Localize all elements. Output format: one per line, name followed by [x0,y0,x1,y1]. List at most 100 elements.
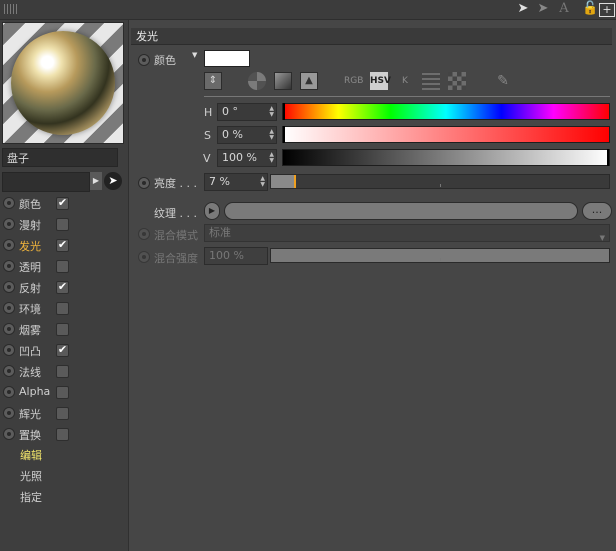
channel-row-luminance[interactable]: 发光 ✔ [2,235,126,255]
saturation-slider[interactable] [282,126,610,143]
cursor-icon[interactable]: ➤ [104,172,122,190]
channel-checkbox[interactable]: ✔ [56,197,69,210]
v-value: 100 % [222,151,257,164]
channel-label: 颜色 [19,198,41,211]
channel-row-glow[interactable]: 辉光 [2,403,126,423]
radio-icon[interactable] [3,197,15,209]
channel-checkbox[interactable] [56,302,69,315]
color-radio-icon[interactable] [138,54,150,66]
channel-checkbox[interactable]: ✔ [56,344,69,357]
nav-edit[interactable]: 编辑 [20,447,42,463]
nav-assign[interactable]: 指定 [20,489,42,505]
eyedropper-icon[interactable]: ✎ [494,72,512,90]
texture-play-icon[interactable]: ▶ [204,202,220,220]
mode-hsv-button[interactable]: HSV [370,72,391,90]
radio-icon[interactable] [3,218,15,230]
material-name-field[interactable]: 盘子 [2,148,118,167]
radio-icon[interactable] [3,260,15,272]
radio-icon[interactable] [3,344,15,356]
color-wheel-icon[interactable] [248,72,266,90]
material-preview[interactable] [2,22,124,144]
slider-knob[interactable] [293,175,296,188]
channel-checkbox[interactable] [56,428,69,441]
channel-row-diffusion[interactable]: 漫射 [2,214,126,234]
channel-row-environment[interactable]: 环境 [2,298,126,318]
texture-slot[interactable] [224,202,578,220]
color-picker-mode-icon[interactable]: ⇕ [204,72,222,90]
radio-icon[interactable] [3,407,15,419]
s-field[interactable]: 0 % ▲ ▼ [217,126,277,144]
radio-icon[interactable] [3,428,15,440]
radio-icon[interactable] [3,323,15,335]
text-icon[interactable]: A [557,1,571,17]
channel-checkbox[interactable] [56,323,69,336]
section-title: 发光 [131,28,612,45]
texture-more-button[interactable]: ... [582,202,612,220]
s-label: S [204,129,211,142]
channel-label: 法线 [19,366,41,379]
hue-slider[interactable] [282,103,610,120]
channel-checkbox[interactable] [56,365,69,378]
channel-search-input[interactable] [2,172,90,192]
channel-row-bump[interactable]: 凹凸 ✔ [2,340,126,360]
slider-marker[interactable] [283,126,285,143]
h-field[interactable]: 0 ° ▲ ▼ [217,103,277,121]
top-toolbar: ➤ ➤ A 🔓 + [0,0,616,20]
blend-mode-radio-icon[interactable] [138,228,150,240]
channel-label: 辉光 [19,408,41,421]
channel-label: 透明 [19,261,41,274]
channel-row-fog[interactable]: 烟雾 [2,319,126,339]
v-field[interactable]: 100 % ▲ ▼ [217,149,277,167]
radio-icon[interactable] [3,302,15,314]
grip-icon[interactable] [4,4,18,14]
channel-checkbox[interactable]: ✔ [56,239,69,252]
brightness-field[interactable]: 7 % ▲ ▼ [204,173,268,191]
channel-checkbox[interactable] [56,260,69,273]
channel-checkbox[interactable] [56,407,69,420]
value-slider[interactable] [282,149,610,166]
radio-icon[interactable] [3,281,15,293]
blend-strength-radio-icon[interactable] [138,251,150,263]
radio-icon[interactable] [3,365,15,377]
slider-marker[interactable] [283,103,285,120]
channel-checkbox[interactable]: ✔ [56,281,69,294]
channel-row-normal[interactable]: 法线 [2,361,126,381]
lock-icon[interactable]: 🔓 [582,1,598,17]
spinner-icon[interactable]: ▲ ▼ [269,106,274,118]
channel-label: 漫射 [19,219,41,232]
radio-icon[interactable] [3,386,15,398]
mode-kelvin-button[interactable]: K [396,72,414,90]
channel-checkbox[interactable] [56,386,69,399]
channel-label: 环境 [19,303,41,316]
brightness-radio-icon[interactable] [138,177,150,189]
slider-marker[interactable] [607,149,609,166]
channel-row-displacement[interactable]: 置换 [2,424,126,444]
swatches-icon[interactable] [448,72,466,90]
spinner-icon[interactable]: ▲ ▼ [269,129,274,141]
new-panel-icon[interactable]: + [599,3,615,17]
chevron-down-icon[interactable]: ▼ [192,51,197,59]
mixer-icon[interactable] [422,72,440,90]
channel-row-reflectance[interactable]: 反射 ✔ [2,277,126,297]
radio-icon[interactable] [3,239,15,251]
back-arrow-icon[interactable]: ➤ [516,1,530,17]
blend-mode-dropdown[interactable]: 标准 ▼ [204,224,610,242]
spinner-icon[interactable]: ▲ ▼ [269,152,274,164]
play-arrow-icon[interactable]: ▶ [90,172,102,190]
spinner-icon[interactable]: ▲ ▼ [260,176,265,188]
mode-rgb-button[interactable]: RGB [344,72,363,90]
h-label: H [204,106,213,119]
channel-row-alpha[interactable]: Alpha [2,382,126,402]
spectrum-icon[interactable] [274,72,292,90]
brightness-slider[interactable] [270,174,610,189]
channel-row-transparency[interactable]: 透明 [2,256,126,276]
color-swatch[interactable] [204,50,250,67]
channel-row-color[interactable]: 颜色 ✔ [2,193,126,213]
blend-strength-slider[interactable] [270,248,610,263]
forward-arrow-icon[interactable]: ➤ [536,1,550,17]
channel-checkbox[interactable] [56,218,69,231]
blend-strength-field[interactable]: 100 % [204,247,268,265]
texture-label: 纹理 . . . [154,207,197,220]
image-icon[interactable]: ▲ [300,72,318,90]
nav-illumination[interactable]: 光照 [20,468,42,484]
